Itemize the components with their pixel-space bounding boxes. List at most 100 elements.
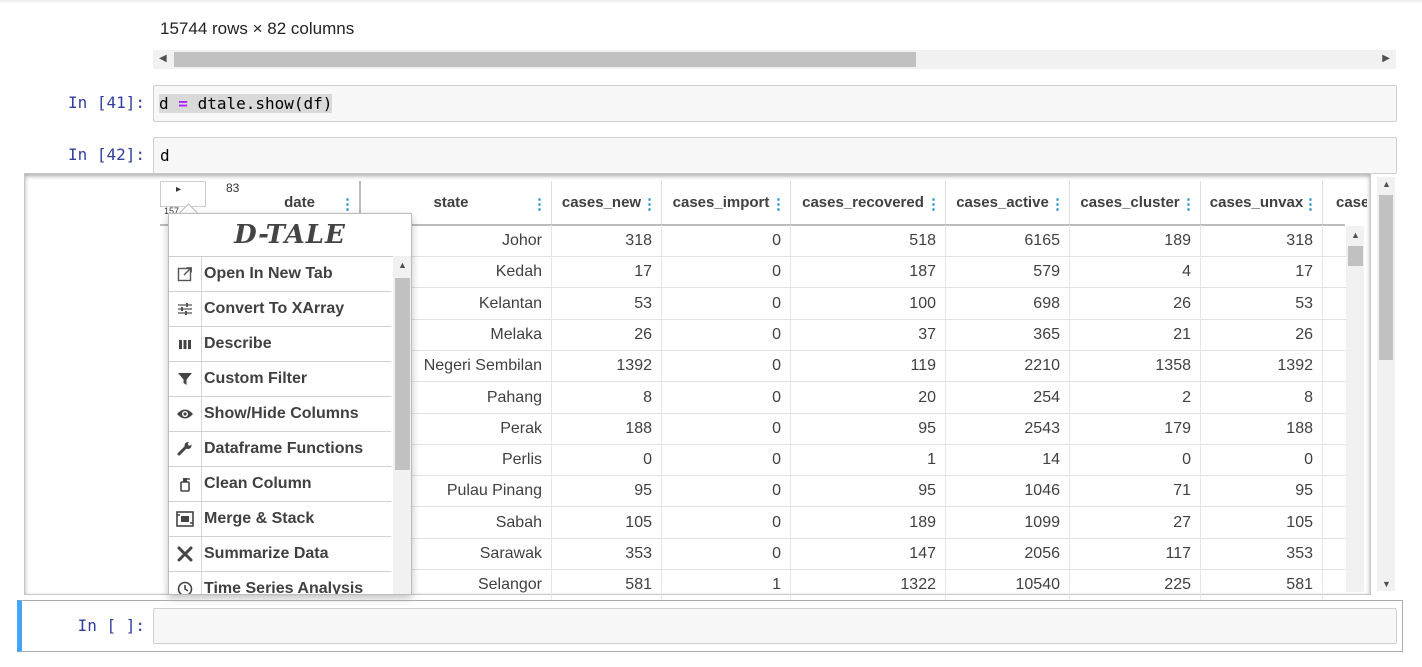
cell-cases-recovered[interactable]: 189 (791, 507, 946, 538)
column-header-cases-recovered[interactable]: cases_recovered ⋮ (791, 181, 946, 224)
cell-cases-unvax[interactable]: 26 (1201, 319, 1323, 350)
cell-cases-recovered[interactable]: 100 (791, 288, 946, 319)
menu-item-merge-stack[interactable]: Merge & Stack (169, 502, 391, 537)
scroll-down-arrow-icon[interactable]: ▼ (1382, 579, 1391, 589)
menu-item-custom-filter[interactable]: Custom Filter (169, 362, 391, 397)
cell-cases-unvax[interactable]: 95 (1201, 475, 1323, 506)
cell-cases-new[interactable]: 318 (552, 225, 662, 256)
cell-cases-recovered[interactable]: 95 (791, 413, 946, 444)
cell-cases-unvax[interactable]: 0 (1201, 444, 1323, 475)
scroll-up-arrow-icon[interactable]: ▲ (1382, 179, 1391, 189)
cell-cases-unvax[interactable]: 581 (1201, 569, 1323, 600)
cell-cases-unvax[interactable]: 1392 (1201, 350, 1323, 381)
column-menu-icon[interactable]: ⋮ (1050, 195, 1065, 213)
play-icon[interactable]: ▸ (176, 184, 181, 195)
menu-item-clean-column[interactable]: Clean Column (169, 467, 391, 502)
cell-cases-import[interactable]: 0 (662, 444, 791, 475)
scrollbar-thumb[interactable] (1379, 195, 1393, 360)
cell-cases-new[interactable]: 8 (552, 382, 662, 413)
scrollbar-thumb[interactable] (395, 278, 410, 470)
cell-cases-cluster[interactable]: 4 (1070, 256, 1201, 287)
grid-vertical-scrollbar[interactable]: ▲ (1346, 226, 1364, 592)
cell-cases-cluster[interactable]: 179 (1070, 413, 1201, 444)
cell-cases-cluster[interactable]: 0 (1070, 444, 1201, 475)
column-menu-icon[interactable]: ⋮ (1303, 195, 1318, 213)
cell-cases-cluster[interactable]: 225 (1070, 569, 1201, 600)
menu-item-summarize-data[interactable]: Summarize Data (169, 537, 391, 572)
cell-cases-unvax[interactable]: 8 (1201, 382, 1323, 413)
cell-cases-cluster[interactable]: 1358 (1070, 350, 1201, 381)
cell-cases-active[interactable]: 2543 (946, 413, 1070, 444)
cell-cases-new[interactable]: 353 (552, 538, 662, 569)
column-menu-icon[interactable]: ⋮ (642, 195, 657, 213)
menu-item-convert-to-xarray[interactable]: Convert To XArray (169, 292, 391, 327)
column-menu-icon[interactable]: ⋮ (532, 195, 547, 213)
cell-cases-active[interactable]: 14 (946, 444, 1070, 475)
cell-cases-cluster[interactable]: 189 (1070, 225, 1201, 256)
cell-cases-unvax[interactable]: 105 (1201, 507, 1323, 538)
cell-cases-new[interactable]: 1392 (552, 350, 662, 381)
column-menu-icon[interactable]: ⋮ (1181, 195, 1196, 213)
cell-cases-import[interactable]: 1 (662, 569, 791, 600)
cell-cases-new[interactable]: 105 (552, 507, 662, 538)
column-header-cases-unvax[interactable]: cases_unvax ⋮ (1201, 181, 1323, 224)
cell-cases-recovered[interactable]: 147 (791, 538, 946, 569)
cell-cases-import[interactable]: 0 (662, 256, 791, 287)
cell-cases-active[interactable]: 1046 (946, 475, 1070, 506)
scroll-right-arrow-icon[interactable]: ▶ (1382, 53, 1390, 64)
column-header-cases-import[interactable]: cases_import ⋮ (662, 181, 791, 224)
cell-cases-active[interactable]: 254 (946, 382, 1070, 413)
menu-item-open-in-new-tab[interactable]: Open In New Tab (169, 257, 391, 292)
scroll-up-arrow-icon[interactable]: ▲ (1351, 230, 1360, 240)
cell-cases-import[interactable]: 0 (662, 225, 791, 256)
column-header-cases-cluster[interactable]: cases_cluster ⋮ (1070, 181, 1201, 224)
cell-cases-new[interactable]: 581 (552, 569, 662, 600)
cell-cases-recovered[interactable]: 95 (791, 475, 946, 506)
cell-cases-active[interactable]: 2056 (946, 538, 1070, 569)
code-text[interactable]: d = dtale.show(df) (159, 94, 333, 113)
menu-item-describe[interactable]: Describe (169, 327, 391, 362)
cell-cases-active[interactable]: 1099 (946, 507, 1070, 538)
cell-cases-unvax[interactable]: 188 (1201, 413, 1323, 444)
cell-cases-unvax[interactable]: 353 (1201, 538, 1323, 569)
cell-cases-cluster[interactable]: 26 (1070, 288, 1201, 319)
cell-cases-import[interactable]: 0 (662, 382, 791, 413)
column-header-partial[interactable]: case (1323, 181, 1367, 224)
cell-cases-recovered[interactable]: 37 (791, 319, 946, 350)
cell-cases-cluster[interactable]: 27 (1070, 507, 1201, 538)
column-menu-icon[interactable]: ⋮ (340, 195, 355, 213)
cell-cases-active[interactable]: 10540 (946, 569, 1070, 600)
menu-item-dataframe-functions[interactable]: Dataframe Functions (169, 432, 391, 467)
cell-cases-unvax[interactable]: 318 (1201, 225, 1323, 256)
code-cell-42[interactable]: d (153, 137, 1397, 174)
cell-cases-new[interactable]: 26 (552, 319, 662, 350)
cell-cases-new[interactable]: 188 (552, 413, 662, 444)
menu-item-show-hide-columns[interactable]: Show/Hide Columns (169, 397, 391, 432)
cell-cases-new[interactable]: 0 (552, 444, 662, 475)
cell-cases-active[interactable]: 579 (946, 256, 1070, 287)
cell-cases-cluster[interactable]: 71 (1070, 475, 1201, 506)
code-text[interactable]: d (160, 146, 170, 165)
column-header-cases-new[interactable]: cases_new ⋮ (552, 181, 662, 224)
column-header-cases-active[interactable]: cases_active ⋮ (946, 181, 1070, 224)
cell-cases-active[interactable]: 698 (946, 288, 1070, 319)
cell-cases-import[interactable]: 0 (662, 475, 791, 506)
cell-cases-recovered[interactable]: 20 (791, 382, 946, 413)
cell-cases-import[interactable]: 0 (662, 413, 791, 444)
scrollbar-thumb[interactable] (174, 52, 916, 67)
cell-cases-import[interactable]: 0 (662, 507, 791, 538)
column-menu-icon[interactable]: ⋮ (771, 195, 786, 213)
cell-cases-new[interactable]: 53 (552, 288, 662, 319)
cell-cases-recovered[interactable]: 1 (791, 444, 946, 475)
cell-cases-cluster[interactable]: 2 (1070, 382, 1201, 413)
cell-cases-unvax[interactable]: 17 (1201, 256, 1323, 287)
code-cell-41[interactable]: d = dtale.show(df) (153, 85, 1397, 122)
cell-cases-import[interactable]: 0 (662, 288, 791, 319)
scrollbar-thumb[interactable] (1348, 246, 1363, 266)
cell-cases-import[interactable]: 0 (662, 538, 791, 569)
cell-cases-recovered[interactable]: 187 (791, 256, 946, 287)
cell-cases-import[interactable]: 0 (662, 350, 791, 381)
cell-cases-import[interactable]: 0 (662, 319, 791, 350)
cell-cases-recovered[interactable]: 518 (791, 225, 946, 256)
cell-cases-new[interactable]: 95 (552, 475, 662, 506)
